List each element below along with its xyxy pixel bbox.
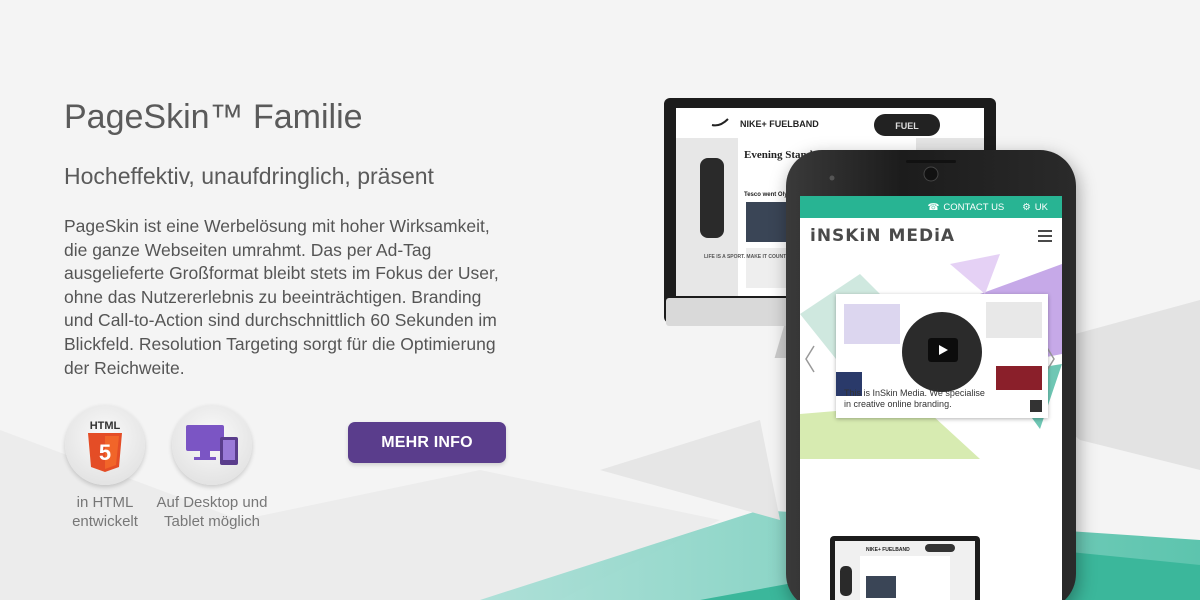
feature-html-label: in HTML entwickelt bbox=[72, 494, 138, 530]
mini-desktop-preview: NIKE+ FUELBAND bbox=[830, 536, 980, 600]
phone-icon: ☎ bbox=[927, 201, 940, 213]
phone-mockup: ☎ CONTACT US ⚙ UK iNSKiN MEDiA This is I… bbox=[786, 150, 1076, 600]
play-button[interactable] bbox=[928, 338, 958, 362]
desktop-tablet-icon bbox=[172, 405, 252, 485]
nike-header-text: NIKE+ FUELBAND bbox=[740, 119, 819, 129]
contact-us-label: CONTACT US bbox=[943, 201, 1005, 213]
feature-list: HTML 5 in HTML entwickelt Auf Desktop un… bbox=[64, 405, 284, 535]
hamburger-menu-icon[interactable] bbox=[1038, 230, 1052, 242]
play-icon bbox=[939, 345, 948, 355]
fullscreen-icon[interactable] bbox=[1030, 400, 1042, 412]
brand-logo[interactable]: iNSKiN MEDiA bbox=[810, 226, 955, 246]
page-subtitle: Hocheffektiv, unaufdringlich, präsent bbox=[64, 163, 434, 189]
monitor-side-text: LIFE IS A SPORT. MAKE IT COUNT. bbox=[704, 254, 788, 260]
html5-icon: HTML 5 bbox=[65, 405, 145, 485]
feature-devices: Auf Desktop und Tablet möglich bbox=[150, 405, 274, 531]
html-badge-text: HTML bbox=[90, 420, 121, 432]
fuel-label-text: FUEL bbox=[895, 121, 919, 131]
description-text: PageSkin ist eine Werbelösung mit hoher … bbox=[64, 216, 499, 378]
phone-header: iNSKiN MEDiA bbox=[800, 218, 1062, 254]
settings-icon: ⚙ bbox=[1022, 201, 1031, 213]
video-player[interactable]: This is InSkin Media. We specialise in c… bbox=[836, 294, 1048, 418]
feature-devices-label: Auf Desktop und Tablet möglich bbox=[156, 494, 268, 530]
phone-top-bar: ☎ CONTACT US ⚙ UK bbox=[800, 196, 1062, 218]
carousel-prev-icon[interactable] bbox=[804, 344, 816, 374]
mini-nike-label: NIKE+ FUELBAND bbox=[866, 547, 910, 553]
phone-screen: ☎ CONTACT US ⚙ UK iNSKiN MEDiA This is I… bbox=[800, 196, 1062, 600]
mehr-info-button[interactable]: MEHR INFO bbox=[348, 422, 506, 463]
page-title: PageSkin™ Familie bbox=[64, 98, 363, 136]
video-caption: This is InSkin Media. We specialise in c… bbox=[844, 388, 985, 409]
region-selector[interactable]: ⚙ UK bbox=[1022, 202, 1048, 213]
feature-html: HTML 5 in HTML entwickelt bbox=[64, 405, 146, 531]
svg-text:5: 5 bbox=[99, 440, 111, 465]
contact-us-link[interactable]: ☎ CONTACT US bbox=[928, 202, 1005, 213]
region-label: UK bbox=[1034, 201, 1048, 213]
